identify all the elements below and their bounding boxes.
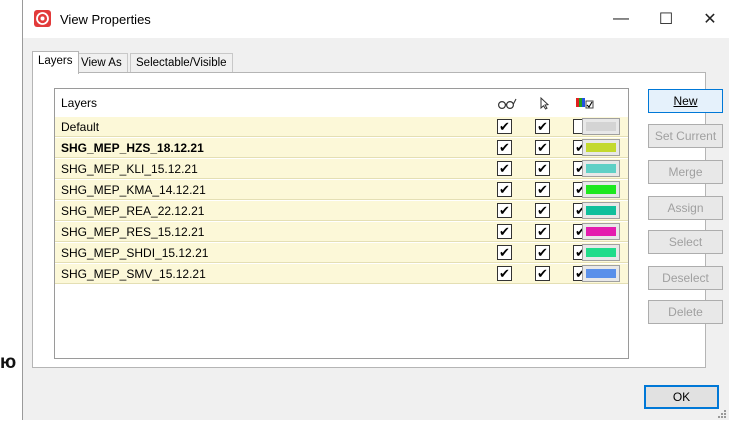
visible-checkbox[interactable]: ✔ [497,140,512,155]
layer-color-swatch[interactable] [582,202,620,219]
deselect-button[interactable]: Deselect [648,266,723,290]
list-header: Layers [55,89,628,117]
tab-layers[interactable]: Layers [32,51,79,74]
color-swatch-fill [586,248,616,257]
layer-row[interactable]: SHG_MEP_SMV_15.12.21 ✔ ✔ ✔ [55,264,628,284]
selectable-checkbox[interactable]: ✔ [535,245,550,260]
visible-checkbox[interactable]: ✔ [497,119,512,134]
resize-grip-icon[interactable] [717,408,727,418]
background-text-fragment: ю [0,352,17,373]
layer-row[interactable]: SHG_MEP_RES_15.12.21 ✔ ✔ ✔ [55,222,628,242]
visible-checkbox[interactable]: ✔ [497,182,512,197]
color-swatch-fill [586,185,616,194]
color-swatch-fill [586,122,616,131]
layer-color-swatch[interactable] [582,160,620,177]
selectable-checkbox[interactable]: ✔ [535,182,550,197]
layer-color-swatch[interactable] [582,244,620,261]
selectable-checkbox[interactable]: ✔ [535,203,550,218]
layer-color-swatch[interactable] [582,223,620,240]
layer-color-swatch[interactable] [582,139,620,156]
layer-name: SHG_MEP_SHDI_15.12.21 [61,246,209,260]
minimize-button[interactable]: — [598,0,644,38]
maximize-button[interactable]: ☐ [643,0,689,38]
layer-color-swatch[interactable] [582,118,620,135]
color-swatch-fill [586,164,616,173]
layer-name: SHG_MEP_KMA_14.12.21 [61,183,206,197]
set-current-button[interactable]: Set Current [648,124,723,148]
layer-row[interactable]: Default ✔ ✔ [55,117,628,137]
selectable-checkbox[interactable]: ✔ [535,224,550,239]
layer-name: SHG_MEP_RES_15.12.21 [61,225,205,239]
layer-color-swatch[interactable] [582,181,620,198]
new-button-label: New [673,94,698,108]
layer-row[interactable]: SHG_MEP_KMA_14.12.21 ✔ ✔ ✔ [55,180,628,200]
layer-name: SHG_MEP_SMV_15.12.21 [61,267,206,281]
layer-name: SHG_MEP_KLI_15.12.21 [61,162,198,176]
delete-button[interactable]: Delete [648,300,723,324]
close-button[interactable]: ✕ [687,0,729,38]
merge-button[interactable]: Merge [648,160,723,184]
selectable-checkbox[interactable]: ✔ [535,266,550,281]
color-swatch-fill [586,269,616,278]
color-swatch-fill [586,227,616,236]
view-properties-dialog: View Properties — ☐ ✕ Layers View As Sel… [22,0,729,420]
selectable-checkbox[interactable]: ✔ [535,140,550,155]
tab-selectable-visible[interactable]: Selectable/Visible [130,53,233,73]
visible-checkbox[interactable]: ✔ [497,203,512,218]
ok-button[interactable]: OK [644,385,719,409]
layer-name: Default [61,120,100,134]
visible-checkbox[interactable]: ✔ [497,224,512,239]
app-icon [34,10,51,27]
layer-color-swatch[interactable] [582,265,620,282]
layer-row[interactable]: SHG_MEP_KLI_15.12.21 ✔ ✔ ✔ [55,159,628,179]
new-button[interactable]: New [648,89,723,113]
title-bar[interactable]: View Properties — ☐ ✕ [23,0,729,38]
layer-row[interactable]: SHG_MEP_REA_22.12.21 ✔ ✔ ✔ [55,201,628,221]
layer-row[interactable]: SHG_MEP_SHDI_15.12.21 ✔ ✔ ✔ [55,243,628,263]
visible-checkbox[interactable]: ✔ [497,161,512,176]
selectable-checkbox[interactable]: ✔ [535,161,550,176]
layer-name: SHG_MEP_REA_22.12.21 [61,204,205,218]
layers-tab-panel: Layers Default ✔ ✔ SHG_MEP_HZS_18.12.21 … [32,72,723,368]
layers-column-header: Layers [61,96,98,110]
glasses-icon[interactable] [496,95,518,111]
window-title: View Properties [60,12,151,27]
visible-checkbox[interactable]: ✔ [497,266,512,281]
layer-row[interactable]: SHG_MEP_HZS_18.12.21 ✔ ✔ ✔ [55,138,628,158]
layer-name: SHG_MEP_HZS_18.12.21 [61,141,204,155]
pointer-icon[interactable] [533,95,555,111]
select-button[interactable]: Select [648,230,723,254]
selectable-checkbox[interactable]: ✔ [535,119,550,134]
tab-view-as[interactable]: View As [75,53,128,73]
assign-button[interactable]: Assign [648,196,723,220]
color-swatch-fill [586,206,616,215]
layer-color-icon[interactable] [574,95,596,111]
layers-list[interactable]: Layers Default ✔ ✔ SHG_MEP_HZS_18.12.21 … [54,88,629,359]
color-swatch-fill [586,143,616,152]
visible-checkbox[interactable]: ✔ [497,245,512,260]
